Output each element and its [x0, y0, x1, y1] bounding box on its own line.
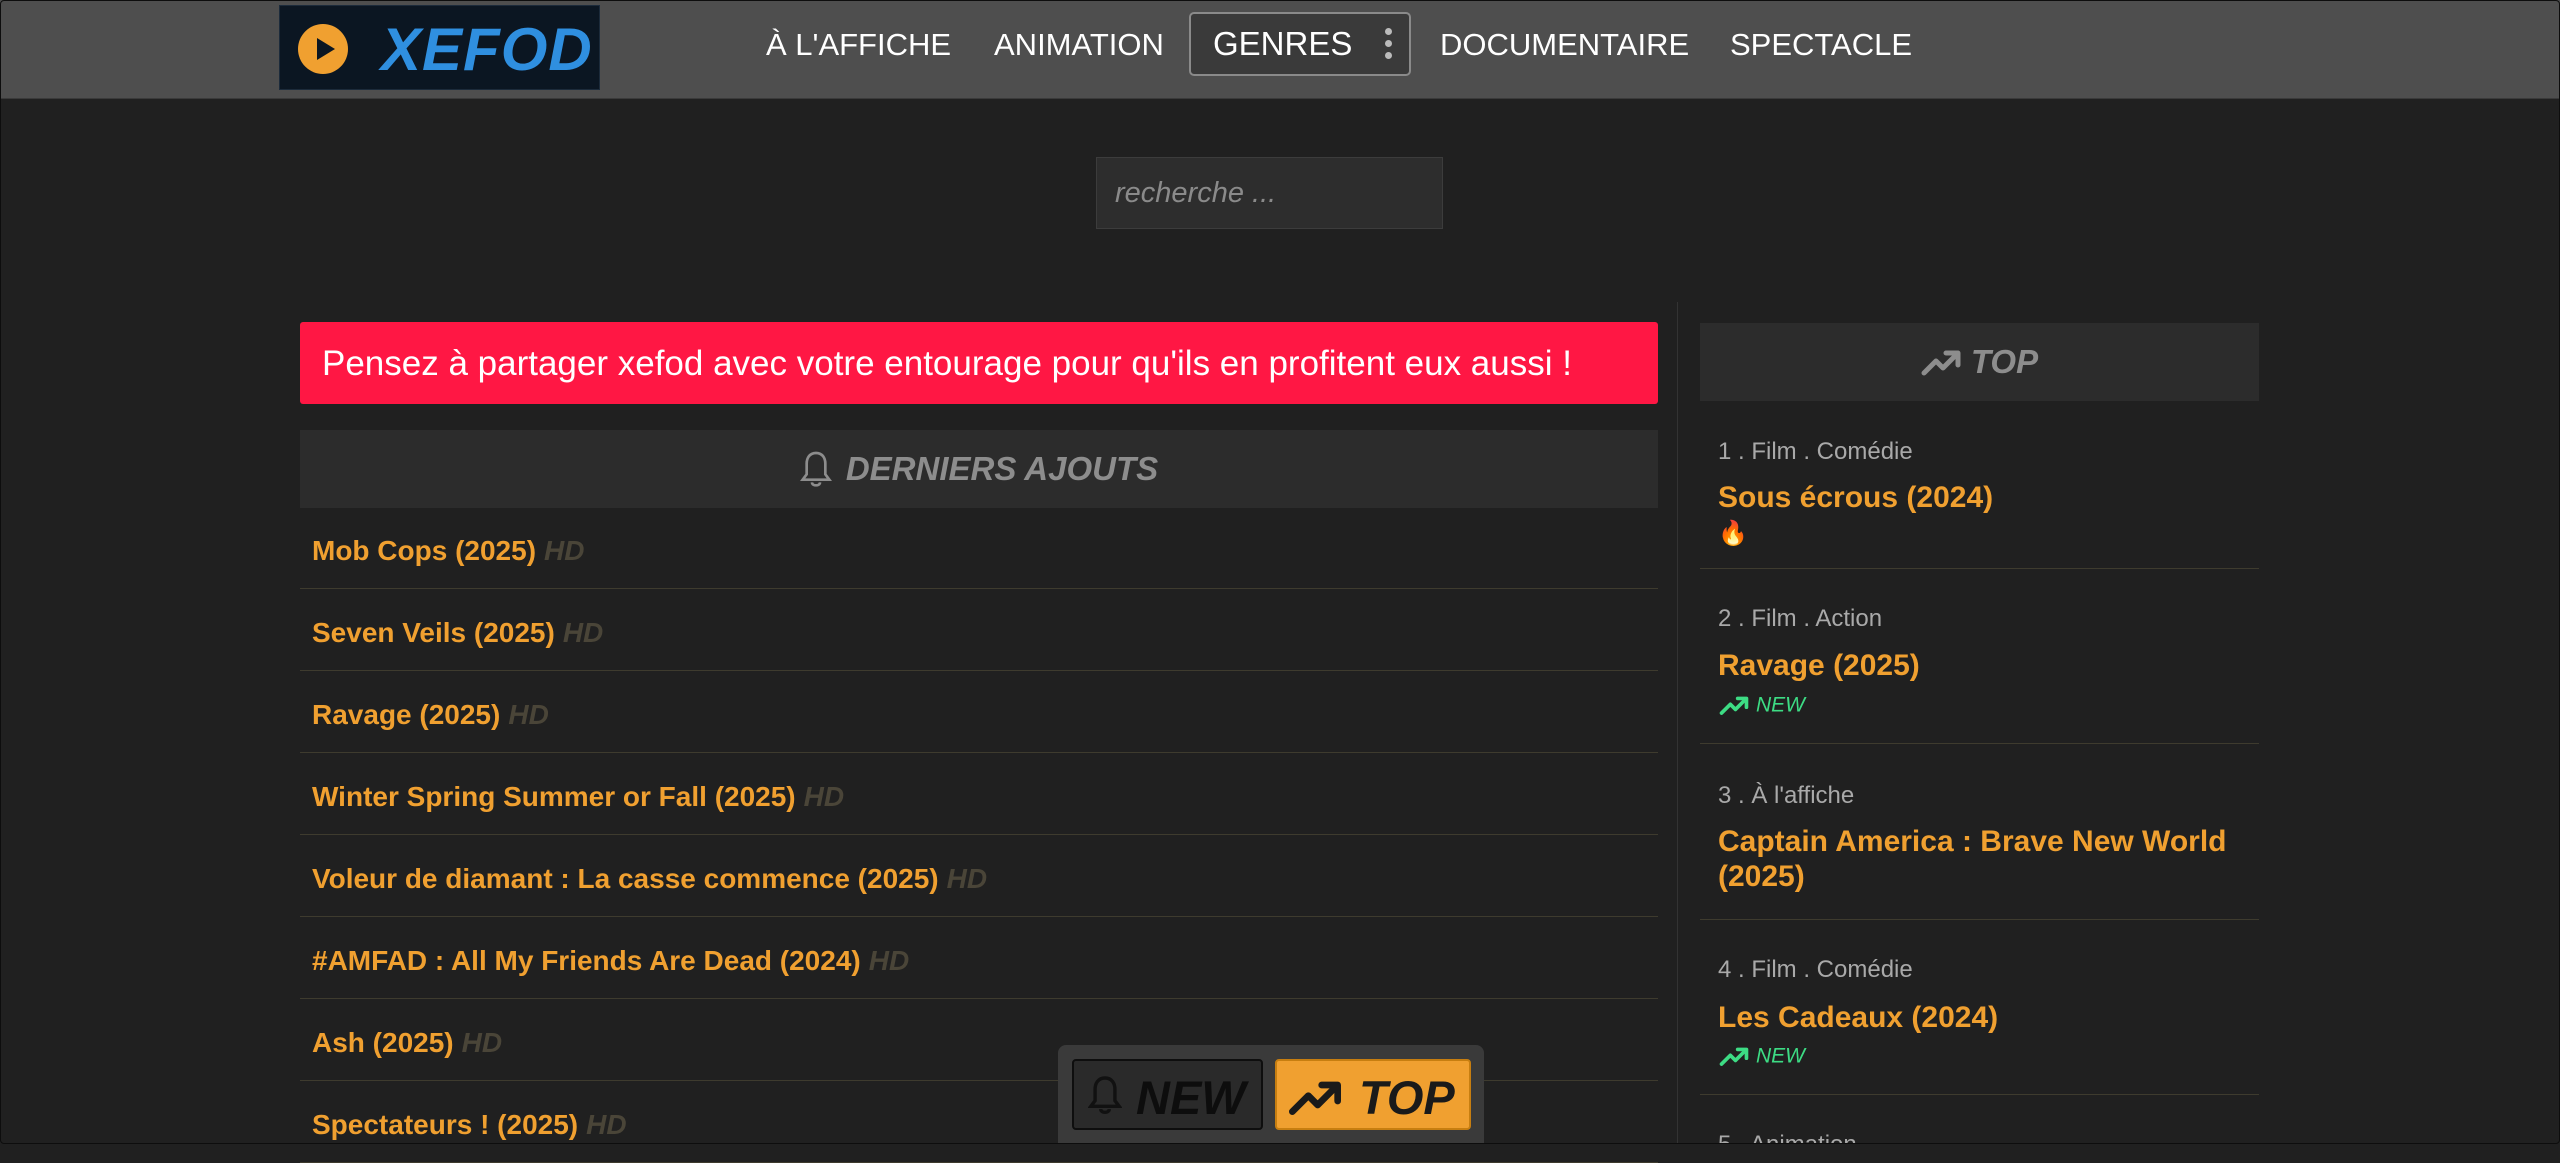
nav-animation[interactable]: ANIMATION — [994, 27, 1164, 63]
top-section-title: TOP — [1970, 343, 2039, 380]
trending-up-icon — [1921, 350, 1961, 376]
site-logo[interactable]: XEFOD — [279, 5, 600, 90]
nav-a-l-affiche[interactable]: À L'AFFICHE — [766, 27, 951, 63]
top-list-item[interactable]: 3 . À l'affiche Captain America : Brave … — [1700, 744, 2259, 920]
new-toggle-label: NEW — [1136, 1071, 1246, 1124]
movie-title[interactable]: Ash (2025) — [312, 1027, 454, 1058]
top-item-meta: 1 . Film . Comédie — [1718, 438, 1913, 465]
quality-badge: HD — [868, 945, 910, 976]
quality-badge: HD — [946, 863, 988, 894]
movie-title[interactable]: Winter Spring Summer or Fall (2025) — [312, 781, 796, 812]
top-toggle-button[interactable]: TOP — [1275, 1059, 1471, 1130]
quality-badge: HD — [461, 1027, 503, 1058]
new-toggle-button[interactable]: NEW — [1072, 1059, 1263, 1130]
top-item-meta: 5 . Animation — [1718, 1131, 1857, 1144]
quality-badge: HD — [586, 1109, 627, 1140]
trending-up-icon — [1719, 1048, 1749, 1067]
column-divider — [1677, 302, 1678, 1144]
trending-up-icon — [1719, 697, 1749, 716]
movie-title[interactable]: Seven Veils (2025) — [312, 617, 555, 648]
top-toggle-label: TOP — [1359, 1071, 1455, 1124]
fire-icon: 🔥 — [1718, 520, 1748, 547]
trending-up-icon — [1289, 1081, 1341, 1115]
search-input[interactable] — [1096, 157, 1443, 229]
new-badge: NEW — [1756, 1044, 1805, 1068]
bell-icon — [799, 451, 832, 487]
list-item[interactable]: Mob Cops (2025) HD — [300, 507, 1658, 589]
top-item-title[interactable]: Captain America : Brave New World (2025) — [1718, 824, 2258, 894]
logo-text: XEFOD — [381, 16, 593, 83]
share-banner: Pensez à partager xefod avec votre entou… — [300, 322, 1658, 404]
list-item[interactable]: Seven Veils (2025) HD — [300, 589, 1658, 671]
top-list-item[interactable]: 5 . Animation — [1700, 1095, 2259, 1144]
top-item-meta: 4 . Film . Comédie — [1718, 956, 1913, 983]
quality-badge: HD — [508, 699, 549, 730]
nav-spectacle[interactable]: SPECTACLE — [1730, 27, 1912, 63]
play-icon — [298, 24, 348, 74]
top-item-title[interactable]: Sous écrous (2024) — [1718, 480, 2258, 515]
movie-title[interactable]: Voleur de diamant : La casse commence (2… — [312, 863, 939, 894]
top-item-meta: 3 . À l'affiche — [1718, 782, 1855, 809]
top-item-meta: 2 . Film . Action — [1718, 605, 1883, 632]
movie-title[interactable]: Mob Cops (2025) — [312, 535, 536, 566]
list-item[interactable]: Ravage (2025) HD — [300, 671, 1658, 753]
new-badge: NEW — [1756, 693, 1805, 717]
list-switch: NEW TOP — [1058, 1045, 1484, 1144]
list-item[interactable]: #AMFAD : All My Friends Are Dead (2024) H… — [300, 917, 1658, 999]
share-banner-text: Pensez à partager xefod avec votre entou… — [322, 344, 1572, 383]
recent-section-title: DERNIERS AJOUTS — [845, 450, 1159, 487]
nav-documentaire[interactable]: DOCUMENTAIRE — [1440, 27, 1689, 63]
nav-genres-label: GENRES — [1213, 25, 1353, 62]
nav-genres-dropdown[interactable]: GENRES — [1189, 12, 1411, 76]
top-item-title[interactable]: Ravage (2025) — [1718, 648, 2258, 683]
top-list-item[interactable]: 2 . Film . Action Ravage (2025) NEW — [1700, 569, 2259, 744]
quality-badge: HD — [544, 535, 585, 566]
bell-icon — [1088, 1076, 1122, 1115]
top-section-header: TOP — [1700, 323, 2259, 401]
movie-title[interactable]: Ravage (2025) — [312, 699, 500, 730]
top-list-item[interactable]: 4 . Film . Comédie Les Cadeaux (2024) NE… — [1700, 920, 2259, 1095]
top-item-title[interactable]: Les Cadeaux (2024) — [1718, 1000, 2258, 1035]
kebab-icon — [1385, 28, 1393, 62]
list-item[interactable]: Voleur de diamant : La casse commence (2… — [300, 835, 1658, 917]
quality-badge: HD — [562, 617, 604, 648]
list-item[interactable]: Winter Spring Summer or Fall (2025) HD — [300, 753, 1658, 835]
recent-section-header: DERNIERS AJOUTS — [300, 430, 1658, 508]
site-header: XEFOD À L'AFFICHE ANIMATION GENRES DOCUM… — [0, 0, 2560, 99]
movie-title[interactable]: #AMFAD : All My Friends Are Dead (2024) — [312, 945, 861, 976]
top-list-item[interactable]: 1 . Film . Comédie Sous écrous (2024) 🔥 — [1700, 420, 2259, 569]
movie-title[interactable]: Spectateurs ! (2025) — [312, 1109, 578, 1140]
quality-badge: HD — [803, 781, 845, 812]
